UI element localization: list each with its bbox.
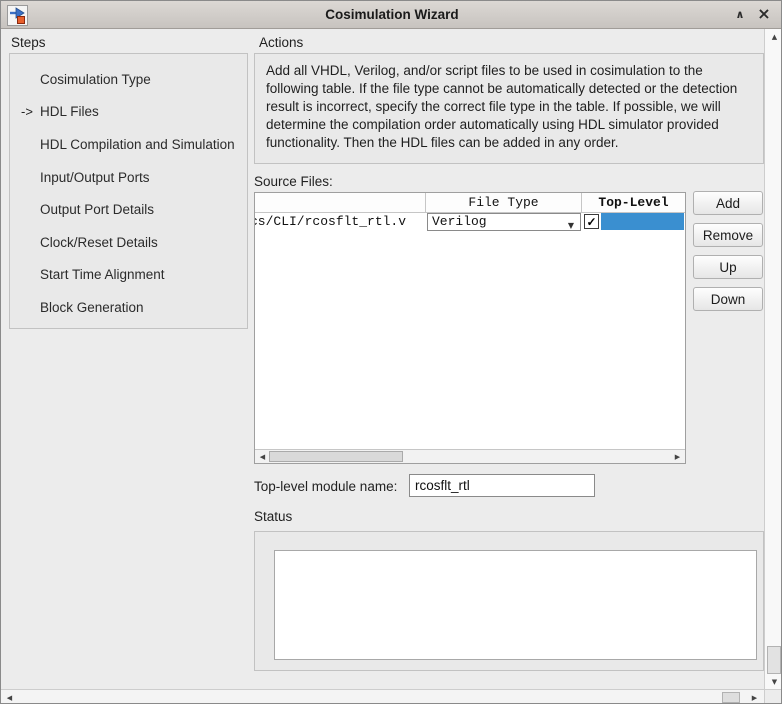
file-name-column-header — [255, 193, 426, 213]
window-title: Cosimulation Wizard — [1, 7, 782, 22]
step-start-time-alignment: Start Time Alignment — [10, 259, 247, 292]
file-type-column-header: File Type — [426, 193, 582, 213]
module-name-input[interactable] — [409, 474, 595, 497]
scroll-up-icon[interactable]: ▲ — [767, 30, 782, 43]
scroll-down-icon[interactable]: ▼ — [767, 675, 782, 688]
scroll-right-icon[interactable]: ▶ — [671, 450, 684, 463]
scroll-left-icon[interactable]: ◀ — [3, 692, 16, 704]
table-row[interactable]: cs/CLI/rcosflt_rtl.v Verilog ▼ ✓ — [255, 213, 685, 231]
vertical-scrollbar-thumb[interactable] — [767, 646, 781, 674]
table-horizontal-scrollbar[interactable]: ◀ ▶ — [255, 449, 685, 463]
scrollbar-corner — [764, 689, 782, 704]
horizontal-scrollbar-thumb[interactable] — [722, 692, 740, 703]
selected-cell-highlight[interactable] — [601, 213, 684, 230]
scroll-right-icon[interactable]: ▶ — [748, 692, 761, 704]
vertical-scrollbar[interactable]: ▲ ▼ — [764, 29, 782, 689]
add-button[interactable]: Add — [693, 191, 763, 215]
step-cosimulation-type: Cosimulation Type — [10, 63, 247, 96]
close-icon[interactable]: × — [754, 6, 774, 24]
up-button[interactable]: Up — [693, 255, 763, 279]
source-files-label: Source Files: — [254, 174, 333, 189]
file-path-cell[interactable]: cs/CLI/rcosflt_rtl.v — [255, 213, 426, 231]
status-panel — [254, 531, 764, 671]
step-clock-reset-details: Clock/Reset Details — [10, 226, 247, 259]
top-level-checkbox[interactable]: ✓ — [584, 214, 599, 229]
down-button[interactable]: Down — [693, 287, 763, 311]
title-bar[interactable]: Cosimulation Wizard ∧ × — [1, 1, 782, 29]
step-input-output-ports: Input/Output Ports — [10, 161, 247, 194]
minimize-icon[interactable]: ∧ — [730, 6, 750, 24]
chevron-down-icon: ▼ — [568, 218, 574, 233]
top-level-cell[interactable]: ✓ — [582, 213, 685, 231]
module-name-label: Top-level module name: — [254, 479, 397, 494]
steps-panel: Cosimulation Type -> HDL Files HDL Compi… — [9, 53, 248, 329]
step-output-port-details: Output Port Details — [10, 193, 247, 226]
file-type-dropdown[interactable]: Verilog ▼ — [427, 213, 581, 231]
table-scrollbar-thumb[interactable] — [269, 451, 403, 462]
top-level-column-header: Top-Level — [582, 193, 685, 213]
remove-button[interactable]: Remove — [693, 223, 763, 247]
actions-description: Add all VHDL, Verilog, and/or script fil… — [254, 53, 764, 164]
current-step-arrow: -> — [21, 104, 40, 119]
step-hdl-files: -> HDL Files — [10, 96, 247, 129]
source-files-table: File Type Top-Level cs/CLI/rcosflt_rtl.v… — [254, 192, 686, 464]
horizontal-scrollbar[interactable]: ◀ ▶ — [1, 689, 764, 704]
status-heading: Status — [254, 509, 292, 524]
step-hdl-compilation-and-simulation: HDL Compilation and Simulation — [10, 128, 247, 161]
scroll-left-icon[interactable]: ◀ — [256, 450, 269, 463]
step-block-generation: Block Generation — [10, 291, 247, 324]
actions-heading: Actions — [259, 35, 303, 50]
steps-heading: Steps — [11, 35, 46, 50]
table-header-row: File Type Top-Level — [255, 193, 685, 213]
cosimulation-wizard-window: Cosimulation Wizard ∧ × Steps Cosimulati… — [0, 0, 782, 704]
status-message-box — [274, 550, 757, 660]
